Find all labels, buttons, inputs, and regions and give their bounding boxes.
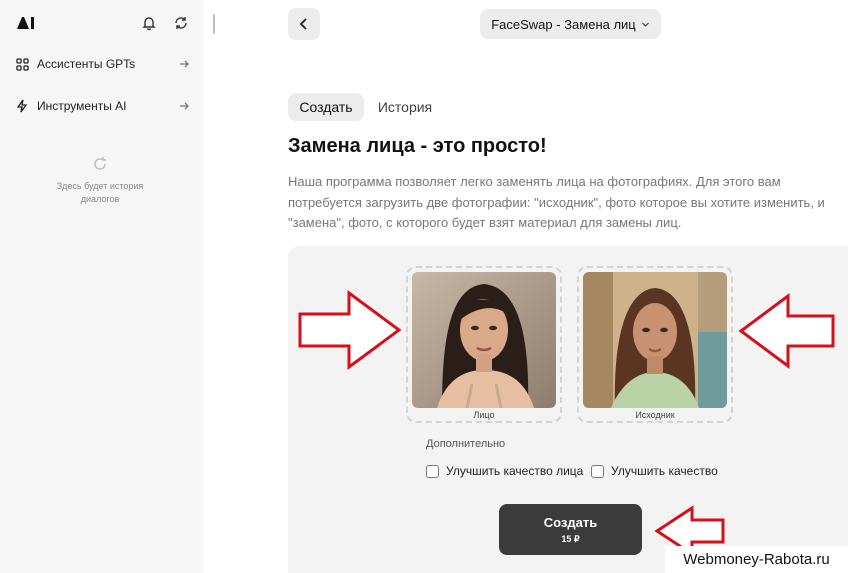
- lightning-icon: [14, 98, 30, 114]
- sidebar-item-gpts[interactable]: Ассистенты GPTs: [14, 51, 190, 77]
- bell-icon[interactable]: [141, 15, 157, 31]
- tool-selector-label: FaceSwap - Замена лиц: [491, 16, 636, 32]
- create-button[interactable]: Создать 15 ₽: [499, 504, 642, 555]
- tab-create[interactable]: Создать: [288, 93, 364, 121]
- source-photo: [583, 272, 727, 408]
- face-slot-label: Лицо: [473, 410, 495, 420]
- page-description: Наша программа позволяет легко заменять …: [288, 174, 825, 230]
- logo-icon: [17, 17, 34, 29]
- checkbox-box[interactable]: [591, 464, 604, 478]
- arrow-right-icon: [180, 102, 189, 110]
- history-empty-text: Здесь будет история диалогов: [56, 181, 144, 204]
- annotation-arrow-right-icon: [298, 290, 402, 370]
- checkbox-box[interactable]: [426, 464, 439, 478]
- sidebar-resize-handle[interactable]: [213, 14, 215, 34]
- sidebar: Ассистенты GPTs Инструменты AI Здесь буд…: [0, 0, 203, 573]
- sidebar-item-label: Инструменты AI: [37, 99, 127, 113]
- annotation-arrow-left-icon: [738, 293, 835, 369]
- chevron-down-icon: [641, 22, 649, 27]
- history-empty-state: Здесь будет история диалогов: [40, 156, 160, 206]
- watermark: Webmoney-Rabota.ru: [665, 546, 848, 573]
- source-slot-label: Исходник: [635, 410, 675, 420]
- source-upload-slot[interactable]: Исходник: [577, 266, 733, 423]
- face-upload-slot[interactable]: Лицо: [406, 266, 562, 423]
- chevron-left-icon: [299, 18, 307, 30]
- sidebar-item-ai-tools[interactable]: Инструменты AI: [14, 93, 190, 119]
- options-title: Дополнительно: [426, 438, 506, 450]
- page-title: Замена лица - это просто!: [288, 135, 547, 157]
- arrow-right-icon: [180, 60, 189, 68]
- sidebar-item-label: Ассистенты GPTs: [37, 57, 136, 71]
- tool-selector[interactable]: FaceSwap - Замена лиц: [480, 9, 661, 39]
- loading-icon: [94, 157, 106, 170]
- create-button-label: Создать: [543, 515, 598, 530]
- improve-quality-checkbox[interactable]: Улучшить качество: [591, 464, 718, 478]
- create-button-price: 15 ₽: [561, 534, 580, 544]
- grid-icon: [14, 56, 30, 72]
- improve-face-checkbox[interactable]: Улучшить качество лица: [426, 464, 583, 478]
- tab-history[interactable]: История: [370, 93, 440, 121]
- checkbox-label: Улучшить качество лица: [446, 464, 584, 478]
- refresh-icon[interactable]: [173, 15, 189, 31]
- checkbox-label: Улучшить качество: [611, 464, 718, 478]
- back-button[interactable]: [288, 8, 320, 40]
- face-photo: [412, 272, 556, 408]
